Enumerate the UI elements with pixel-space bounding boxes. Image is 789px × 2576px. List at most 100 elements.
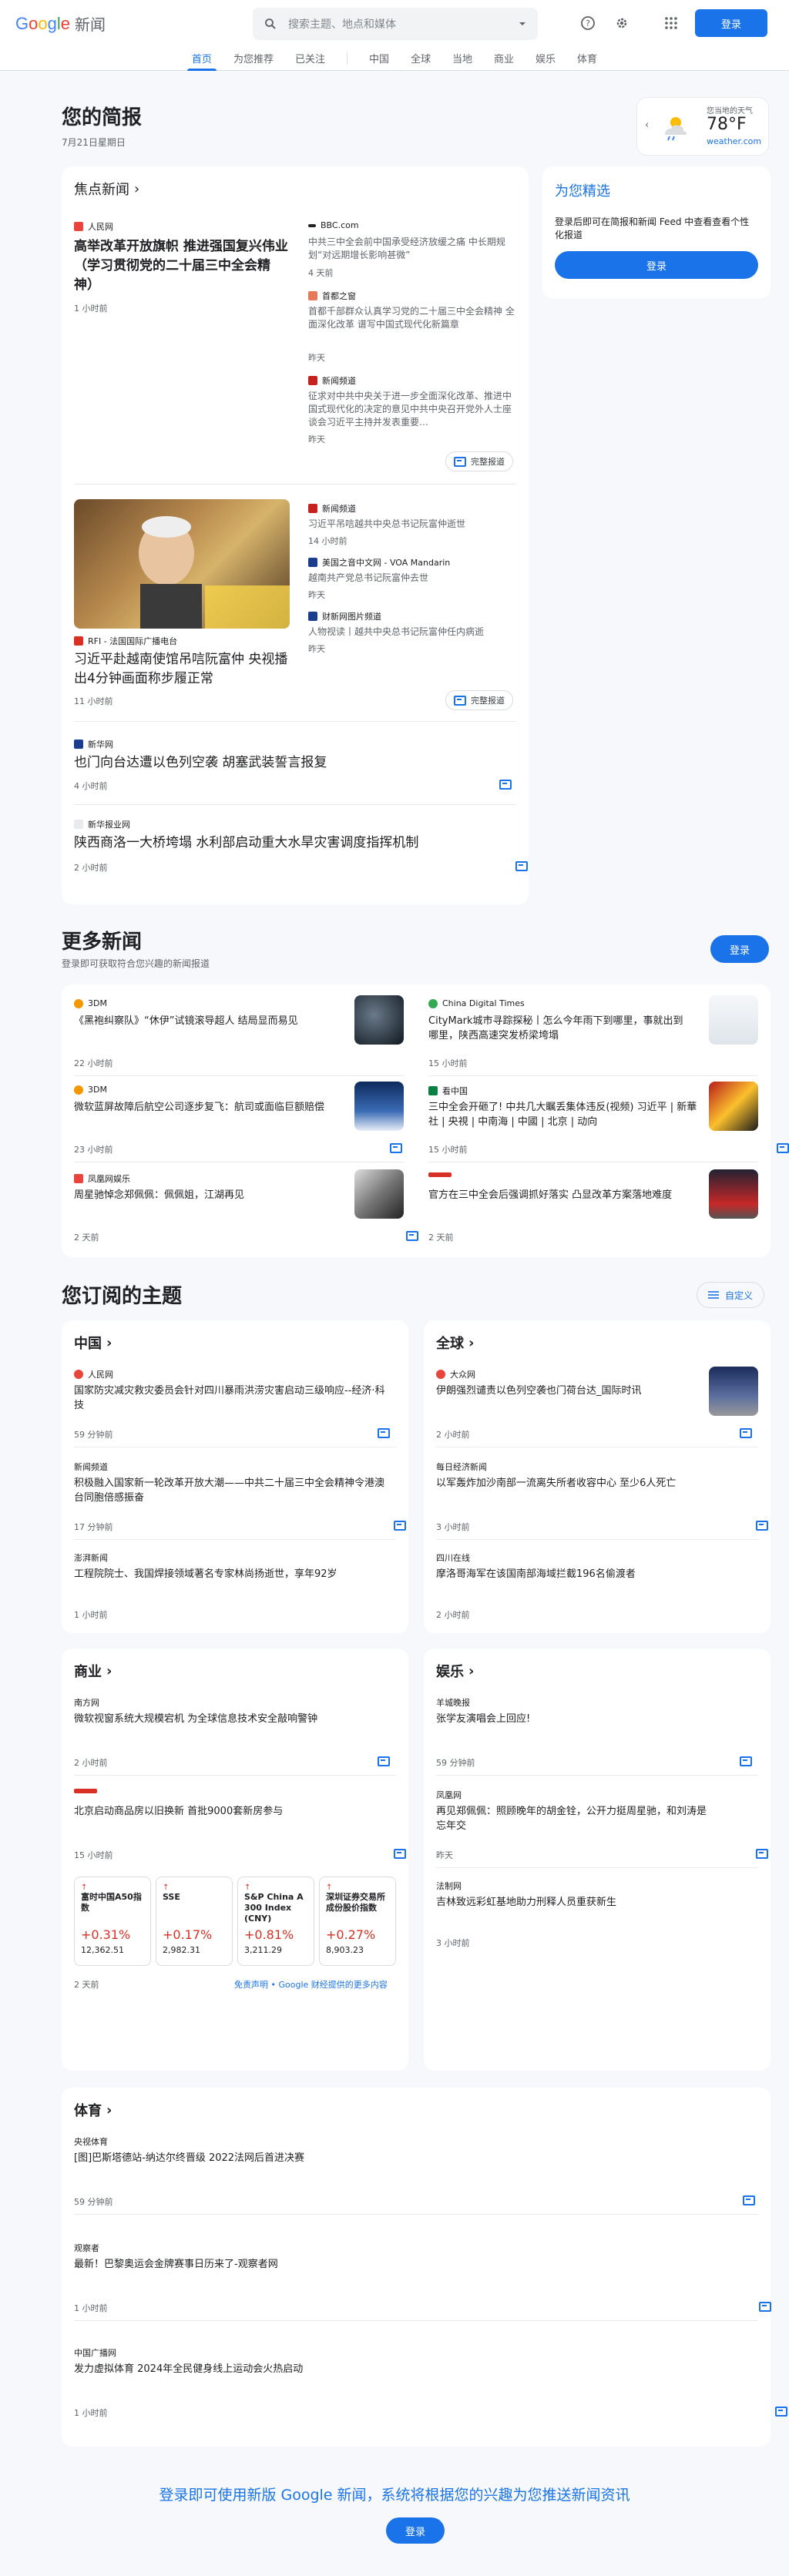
story-headline[interactable]: 积极融入国家新一轮改革开放大潮——中共二十届三中全会精神令港澳台同胞倍感振奋: [74, 1476, 390, 1505]
weather-widget[interactable]: ‹ 您当地的天气 78°F weather.com: [636, 97, 769, 156]
story-headline[interactable]: 摩洛哥海军在该国南部海域拦截196名偷渡者: [436, 1567, 752, 1581]
story-headline[interactable]: 习近平赴越南使馆吊唁阮富仲 央视播出4分钟画面称步履正常: [74, 650, 297, 689]
story-headline[interactable]: 发力虚拟体育 2024年全民健身线上运动会火热启动: [74, 2362, 737, 2376]
gear-icon[interactable]: [612, 13, 632, 33]
story-headline[interactable]: 习近平吊唁越共中央总书记阮富仲逝世: [308, 518, 516, 531]
story-headline[interactable]: 中共三中全会前中国承受经济放缓之痛 中长期规划“对远期增长影响甚微”: [308, 236, 516, 262]
full-coverage-icon[interactable]: [394, 1849, 407, 1859]
story-headline[interactable]: 以军轰炸加沙南部一流离失所者收容中心 至少6人死亡: [436, 1476, 752, 1491]
apps-grid-icon[interactable]: [661, 13, 681, 33]
full-coverage-icon[interactable]: [756, 1849, 769, 1859]
full-coverage-icon[interactable]: [740, 1428, 752, 1438]
stock-card[interactable]: ↑ S&P China A 300 Index (CNY) +0.81% 3,211.…: [237, 1877, 314, 1966]
topic-title[interactable]: 全球 ›: [436, 1333, 474, 1353]
story-headline[interactable]: 伊朗强烈谴责以色列空袭也门荷台达_国际时讯: [436, 1384, 683, 1398]
tab-sports[interactable]: 体育: [566, 51, 608, 71]
full-coverage-icon[interactable]: [378, 1428, 390, 1438]
story-headline[interactable]: 北京启动商品房以旧换新 首批9000套新房参与: [74, 1804, 390, 1819]
full-coverage-button[interactable]: 完整报道: [445, 451, 513, 471]
tab-home[interactable]: 首页: [181, 51, 223, 71]
weather-source[interactable]: weather.com: [707, 136, 761, 146]
story-headline[interactable]: CityMark城市寻踪探秘丨怎么今年雨下到哪里，事就出到哪里，陕西高速突发桥梁…: [428, 1014, 690, 1043]
tab-following[interactable]: 已关注: [284, 51, 336, 71]
chevron-down-icon[interactable]: [518, 19, 527, 29]
story-headline[interactable]: 人物视读丨越共中央总书记阮富仲任内病逝: [308, 626, 516, 639]
story-headline[interactable]: 三中全会开砸了! 中共几大瞩丢集体违反(视频) 习近平 | 新華社 | 央視 |…: [428, 1100, 698, 1129]
full-coverage-icon[interactable]: [759, 2302, 772, 2312]
top-stories-title[interactable]: 焦点新闻 ›: [74, 179, 139, 199]
help-icon[interactable]: ?: [578, 13, 598, 33]
stock-card[interactable]: ↑ SSE +0.17% 2,982.31: [156, 1877, 233, 1966]
story-headline[interactable]: 吉林致远彩虹基地助力刑释人员重获新生: [436, 1895, 752, 1910]
footer-signin-button[interactable]: 登录: [386, 2517, 445, 2544]
story-thumbnail[interactable]: [354, 995, 404, 1045]
tab-for-you[interactable]: 为您推荐: [223, 51, 284, 71]
story-time: 1 小时前: [74, 304, 108, 314]
story-time: 2 小时前: [436, 1610, 470, 1620]
story-thumbnail[interactable]: [709, 1367, 758, 1416]
story-source: RFI - 法国国际广播电台: [74, 635, 177, 647]
full-coverage-icon[interactable]: [740, 1756, 752, 1766]
full-coverage-icon[interactable]: [743, 2195, 755, 2205]
story-headline[interactable]: [图]巴斯塔德站-纳达尔终晋级 2022法网后首进决赛: [74, 2151, 737, 2165]
full-coverage-icon[interactable]: [515, 861, 529, 871]
finance-disclaimer-link[interactable]: 免责声明 • Google 财经提供的更多内容: [234, 1978, 388, 1991]
chevron-left-icon[interactable]: ‹: [645, 119, 649, 131]
arrow-up-icon: ↑: [163, 1883, 170, 1892]
story-headline[interactable]: 张学友演唱会上回应!: [436, 1712, 752, 1726]
story-headline[interactable]: 最新！巴黎奥运会金牌赛事日历来了-观察者网: [74, 2257, 737, 2272]
story-headline[interactable]: 再见郑佩佩：照顾晚年的胡金铨，公开力挺周星驰，和刘涛是忘年交: [436, 1804, 713, 1833]
tab-local[interactable]: 当地: [442, 51, 483, 71]
customize-button[interactable]: 自定义: [697, 1282, 765, 1308]
more-signin-button[interactable]: 登录: [710, 935, 769, 963]
topic-title[interactable]: 体育 ›: [74, 2100, 112, 2120]
story-headline[interactable]: 国家防灾减灾救灾委员会针对四川暴雨洪涝灾害启动三级响应--经济·科技: [74, 1384, 390, 1413]
tab-business[interactable]: 商业: [483, 51, 525, 71]
story-headline[interactable]: 微软蓝屏故障后航空公司逐步复飞：航司或面临巨额赔偿: [74, 1100, 336, 1115]
story-headline[interactable]: 陕西商洛一大桥垮塌 水利部启动重大水旱灾害调度指挥机制: [74, 834, 490, 853]
picks-signin-button[interactable]: 登录: [555, 251, 758, 279]
story-thumbnail[interactable]: [709, 1169, 758, 1219]
full-coverage-button[interactable]: 完整报道: [445, 690, 513, 710]
story-headline[interactable]: 越南共产党总书记阮富仲去世: [308, 572, 516, 585]
signin-button[interactable]: 登录: [695, 9, 767, 37]
tab-world[interactable]: 全球: [400, 51, 442, 71]
story-headline[interactable]: 《黑袍纠察队》“休伊”试镜滚导超人 结局显而易见: [74, 1014, 336, 1028]
story-headline[interactable]: 周星驰悼念郑佩佩：佩佩姐，江湖再见: [74, 1188, 336, 1202]
stock-card[interactable]: ↑ 富时中国A50指数 +0.31% 12,362.51: [74, 1877, 151, 1966]
full-coverage-icon[interactable]: [775, 2407, 788, 2417]
story-headline[interactable]: 官方在三中全会后强调抓好落实 凸显改革方案落地难度: [428, 1188, 698, 1202]
story-image[interactable]: [74, 499, 290, 629]
search-bar[interactable]: 搜索主题、地点和媒体: [253, 8, 538, 40]
story-headline[interactable]: 高举改革开放旗帜 推进强国复兴伟业（学习贯彻党的二十届三中全会精神）: [74, 237, 290, 295]
tab-entertainment[interactable]: 娱乐: [525, 51, 566, 71]
full-coverage-icon[interactable]: [756, 1521, 769, 1531]
story-thumbnail[interactable]: [709, 995, 758, 1045]
topic-title[interactable]: 中国 ›: [74, 1333, 112, 1353]
story-headline[interactable]: 也门向台达遭以色列空袭 胡塞武装誓言报复: [74, 753, 475, 773]
full-coverage-icon[interactable]: [394, 1521, 407, 1531]
story-headline[interactable]: 工程院院士、我国焊接领域著名专家林尚扬逝世，享年92岁: [74, 1567, 390, 1581]
story-source: 澎湃新闻: [74, 1553, 108, 1563]
full-coverage-icon[interactable]: [499, 780, 512, 790]
full-coverage-icon[interactable]: [390, 1143, 402, 1153]
divider: [74, 2214, 758, 2215]
tab-china[interactable]: 中国: [358, 51, 400, 71]
story-time: 59 分钟前: [74, 1430, 113, 1440]
search-input[interactable]: 搜索主题、地点和媒体: [288, 16, 518, 32]
full-coverage-icon[interactable]: [406, 1231, 419, 1241]
full-coverage-icon[interactable]: [777, 1143, 789, 1153]
stock-card[interactable]: ↑ 深圳证券交易所成份股价指数 +0.27% 8,903.23: [319, 1877, 396, 1966]
story-thumbnail[interactable]: [709, 1082, 758, 1131]
story-time: 15 小时前: [74, 1850, 113, 1860]
story-headline[interactable]: 征求对中共中央关于进一步全面深化改革、推进中国式现代化的决定的意见中共中央召开党…: [308, 390, 516, 430]
story-headline[interactable]: 微软视窗系统大规模宕机 为全球信息技术安全敲响警钟: [74, 1712, 390, 1726]
story-thumbnail[interactable]: [354, 1169, 404, 1219]
story-headline[interactable]: 首都千部群众认真学习党的二十届三中全会精神 全面深化改革 谱写中国式现代化新篇章: [308, 305, 516, 331]
topic-title[interactable]: 娱乐 ›: [436, 1661, 474, 1681]
google-news-logo[interactable]: Google 新闻: [15, 12, 106, 35]
topic-title[interactable]: 商业 ›: [74, 1661, 112, 1681]
more-news-subtitle: 登录即可获取符合您兴趣的新闻报道: [62, 958, 210, 969]
full-coverage-icon[interactable]: [378, 1756, 390, 1766]
story-thumbnail[interactable]: [354, 1082, 404, 1131]
